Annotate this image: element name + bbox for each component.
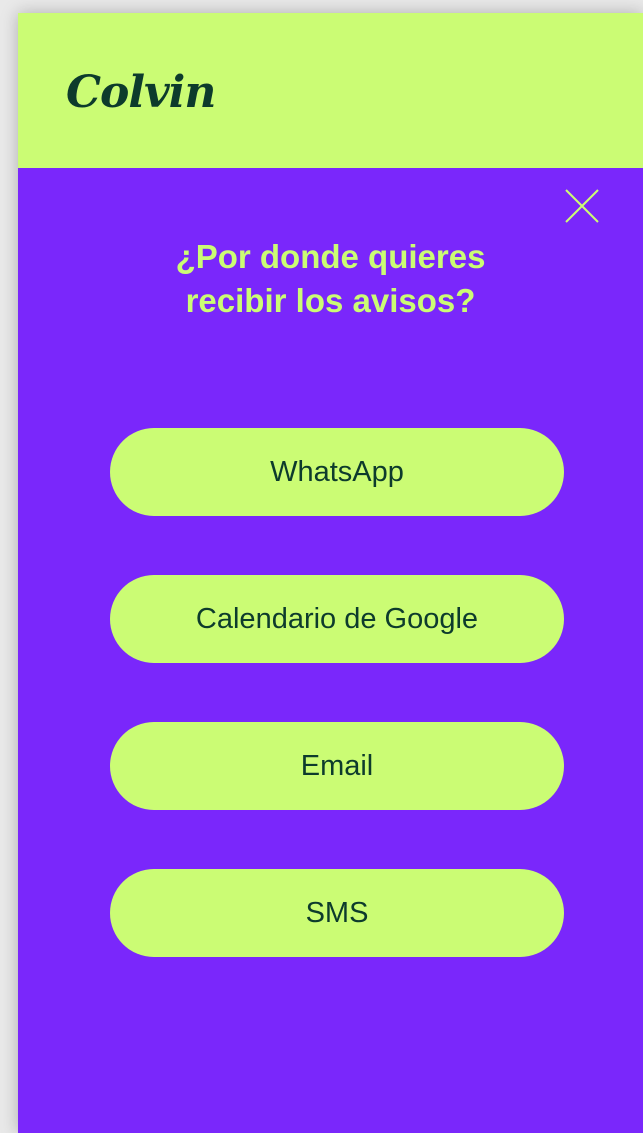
whatsapp-button[interactable]: WhatsApp [110, 428, 564, 516]
modal-screen: Colvin ¿Por donde quieres recibir los av… [18, 13, 643, 1133]
dialog-title-line-2: recibir los avisos? [185, 282, 476, 319]
google-calendar-button[interactable]: Calendario de Google [110, 575, 564, 663]
email-button[interactable]: Email [110, 722, 564, 810]
header-bar: Colvin [18, 13, 643, 168]
brand-logo: Colvin [66, 67, 216, 118]
dialog-title-line-1: ¿Por donde quieres [175, 238, 486, 275]
channel-options: WhatsApp Calendario de Google Email SMS [110, 428, 564, 1016]
close-button[interactable] [562, 186, 602, 226]
close-icon [565, 189, 599, 223]
dialog-title: ¿Por donde quieres recibir los avisos? [18, 235, 643, 323]
sms-button[interactable]: SMS [110, 869, 564, 957]
